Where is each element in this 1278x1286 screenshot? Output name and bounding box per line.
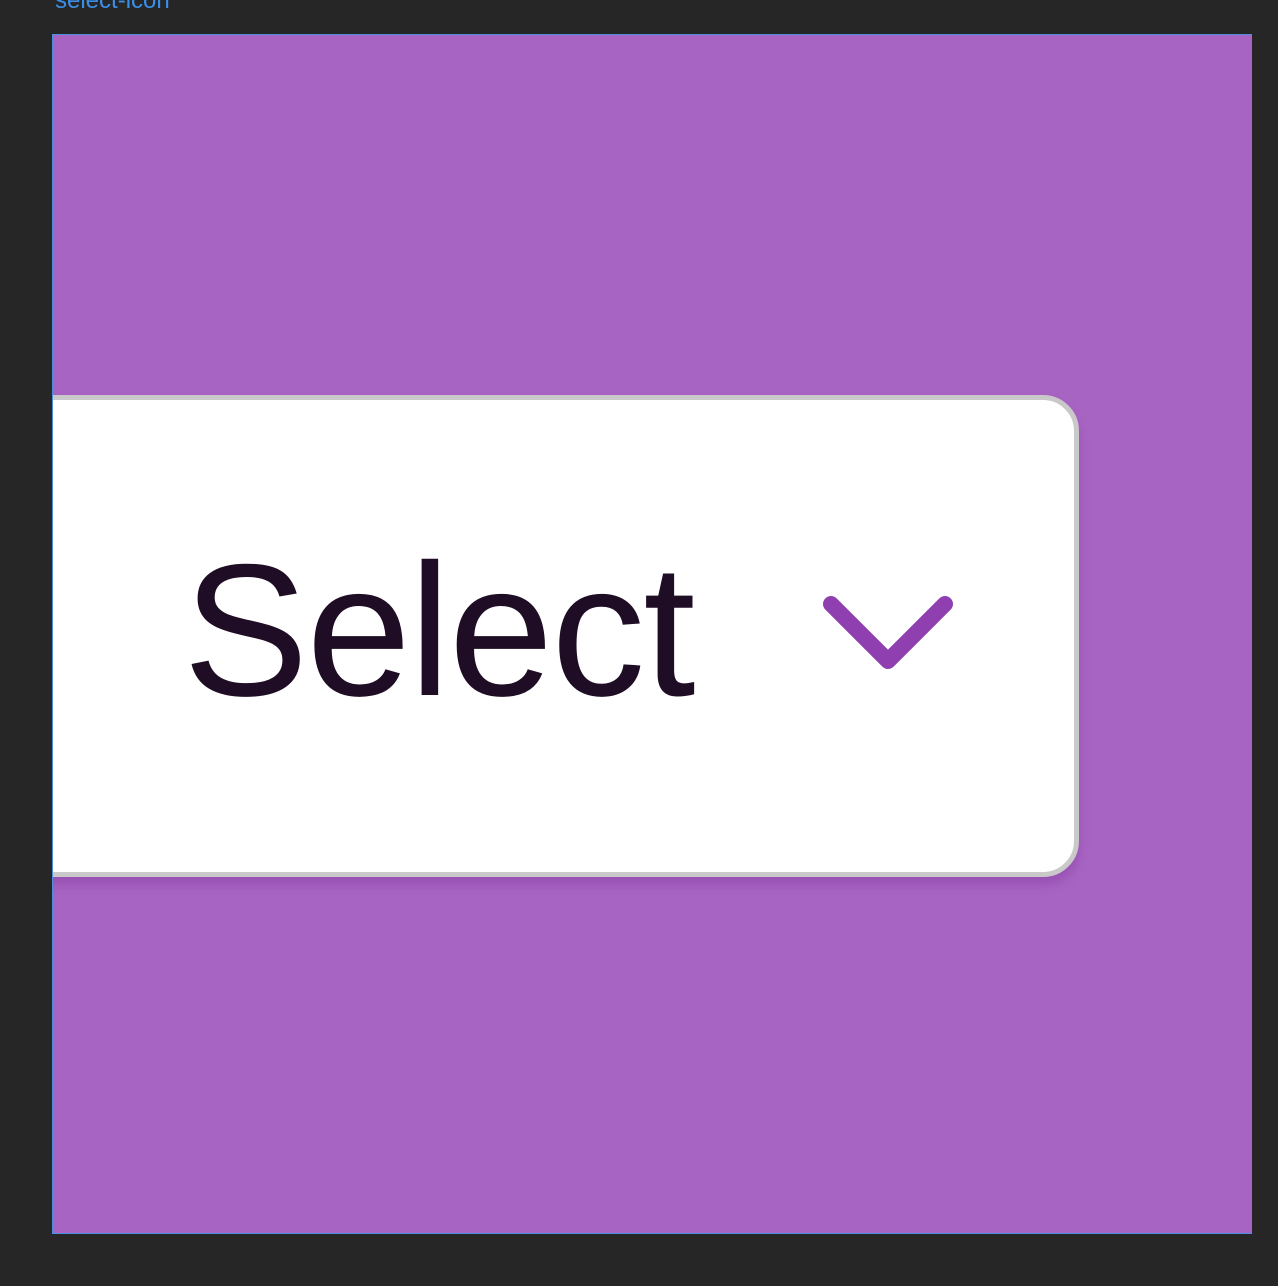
frame-label: select-icon bbox=[55, 0, 170, 14]
chevron-down-icon bbox=[823, 596, 953, 669]
select-dropdown[interactable]: Select bbox=[53, 395, 1079, 877]
select-icon-frame: Select bbox=[52, 34, 1252, 1234]
select-label: Select bbox=[183, 525, 696, 735]
